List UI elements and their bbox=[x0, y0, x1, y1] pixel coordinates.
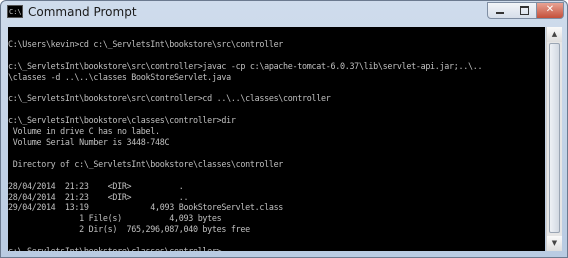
console-line: 2 Dir(s) 765,296,087,040 bytes free bbox=[8, 224, 250, 235]
command-prompt-window: C:\ Command Prompt ✕ C:\Users\kevin>cd c… bbox=[0, 0, 568, 258]
console-line: \classes -d ..\..\classes BookStoreServl… bbox=[8, 71, 231, 82]
maximize-button[interactable] bbox=[512, 2, 537, 19]
console-output[interactable]: C:\Users\kevin>cd c:\_ServletsInt\bookst… bbox=[8, 27, 545, 251]
console-line: c:\_ServletsInt\bookstore\classes\contro… bbox=[8, 246, 227, 251]
scroll-up-arrow-icon[interactable]: ▲ bbox=[547, 27, 562, 42]
console-line: c:\_ServletsInt\bookstore\src\controller… bbox=[8, 60, 483, 71]
title-bar[interactable]: C:\ Command Prompt ✕ bbox=[1, 1, 567, 23]
console-line: 1 File(s) 4,093 bytes bbox=[8, 213, 222, 224]
close-icon: ✕ bbox=[545, 4, 555, 15]
console-line: 28/04/2014 21:23 <DIR> . bbox=[8, 180, 184, 191]
vertical-scrollbar[interactable]: ▲ ▼ bbox=[546, 27, 562, 251]
close-button[interactable]: ✕ bbox=[537, 2, 564, 19]
maximize-icon bbox=[519, 6, 529, 15]
console-line: Directory of c:\_ServletsInt\bookstore\c… bbox=[8, 158, 284, 169]
console-line: Volume in drive C has no label. bbox=[8, 126, 160, 137]
console-line: c:\_ServletsInt\bookstore\src\controller… bbox=[8, 93, 331, 104]
console-line: 28/04/2014 21:23 <DIR> .. bbox=[8, 191, 189, 202]
window-title: Command Prompt bbox=[28, 5, 137, 19]
console-line: c:\_ServletsInt\bookstore\classes\contro… bbox=[8, 115, 236, 126]
minimize-button[interactable] bbox=[487, 2, 513, 19]
console-line: Volume Serial Number is 3448-748C bbox=[8, 137, 170, 147]
console-line: 29/04/2014 13:19 4,093 BookStoreServlet.… bbox=[8, 202, 284, 213]
console-line: C:\Users\kevin>cd c:\_ServletsInt\bookst… bbox=[8, 38, 284, 49]
cmd-app-icon[interactable]: C:\ bbox=[7, 5, 23, 18]
minimize-icon bbox=[496, 11, 504, 14]
scroll-down-arrow-icon[interactable]: ▼ bbox=[547, 236, 562, 251]
scroll-thumb[interactable] bbox=[549, 43, 560, 233]
